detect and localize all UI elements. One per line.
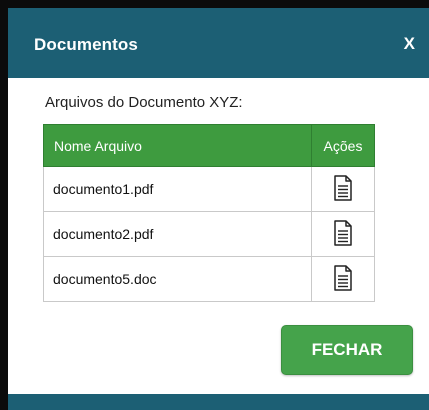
document-icon[interactable] [333, 174, 353, 204]
table-row: documento2.pdf [43, 211, 375, 257]
files-caption: Arquivos do Documento XYZ: [45, 94, 243, 111]
column-header-actions: Ações [311, 124, 375, 167]
file-name: documento1.pdf [43, 166, 312, 212]
table-row: documento1.pdf [43, 166, 375, 212]
dialog-footer-bar [8, 394, 429, 410]
close-button[interactable]: FECHAR [281, 325, 413, 375]
close-x-button[interactable]: X [404, 34, 415, 54]
table-row: documento5.doc [43, 256, 375, 302]
document-icon[interactable] [333, 219, 353, 249]
dialog-header: Documentos X [8, 8, 429, 78]
file-actions-cell [311, 211, 375, 257]
documents-dialog: Documentos X Arquivos do Documento XYZ: … [8, 8, 429, 410]
file-actions-cell [311, 256, 375, 302]
table-header-row: Nome Arquivo Ações [43, 124, 375, 167]
file-name: documento5.doc [43, 256, 312, 302]
files-table: Nome Arquivo Ações documento1.pdf docume… [43, 124, 375, 302]
dialog-title: Documentos [34, 35, 138, 54]
file-name: documento2.pdf [43, 211, 312, 257]
document-icon[interactable] [333, 264, 353, 294]
file-actions-cell [311, 166, 375, 212]
column-header-name: Nome Arquivo [43, 124, 312, 167]
